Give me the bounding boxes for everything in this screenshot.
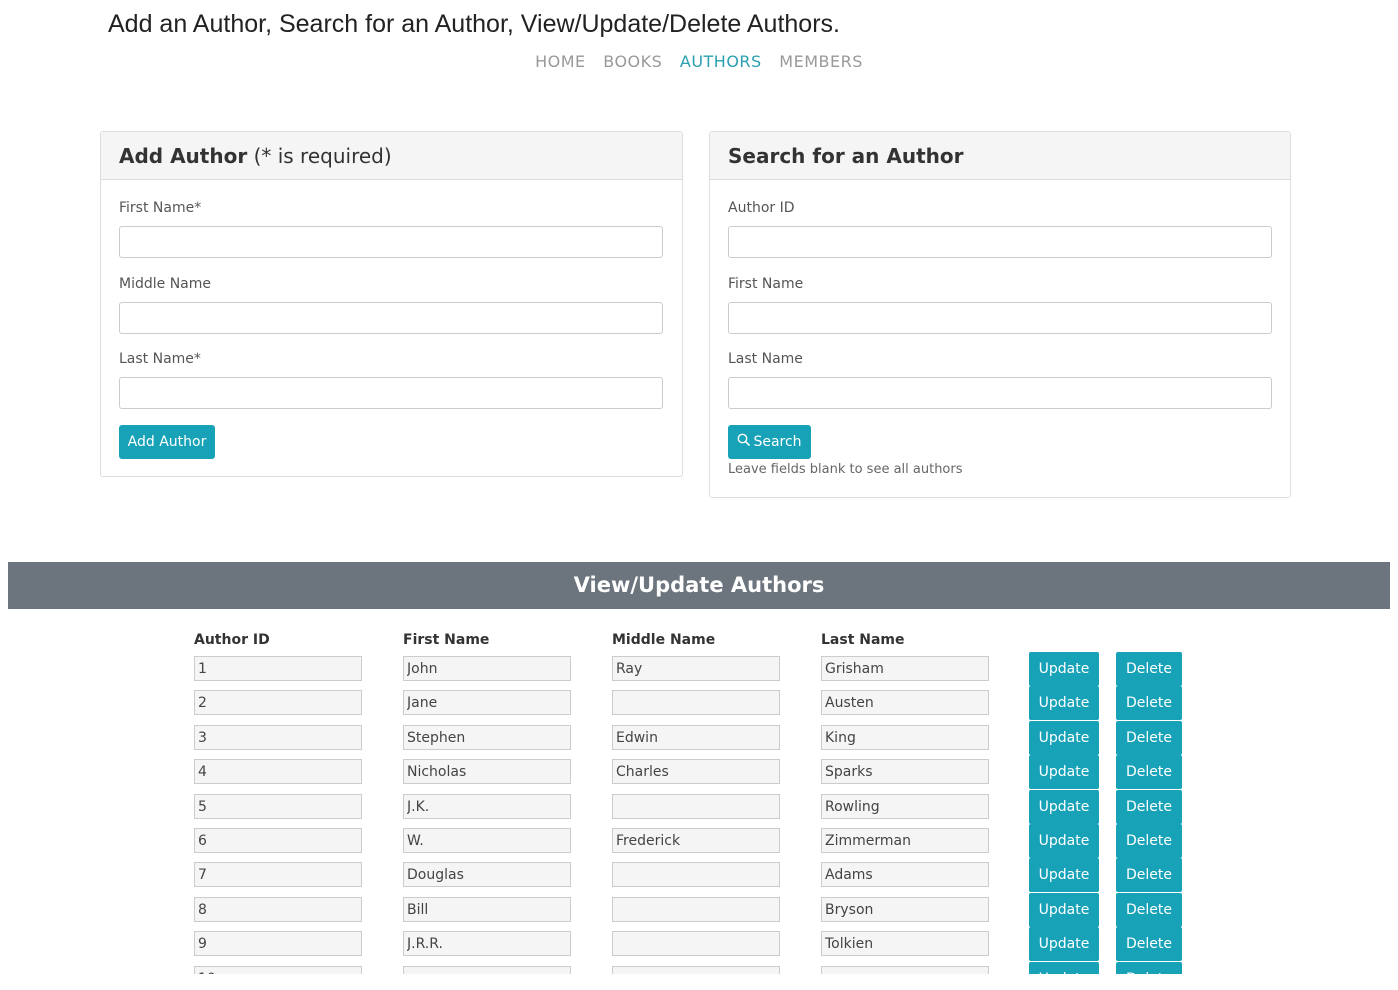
last-name-cell[interactable] [821, 828, 989, 853]
nav-home[interactable]: HOME [535, 52, 586, 71]
last-name-label: Last Name* [119, 351, 201, 367]
delete-button[interactable]: Delete [1116, 962, 1182, 974]
author-id-cell[interactable] [194, 828, 362, 853]
update-button[interactable]: Update [1029, 824, 1099, 858]
first-name-cell[interactable] [403, 862, 571, 887]
middle-name-cell[interactable] [612, 794, 780, 819]
search-icon [738, 433, 751, 447]
delete-button[interactable]: Delete [1116, 721, 1182, 755]
update-button[interactable]: Update [1029, 686, 1099, 720]
last-name-cell[interactable] [821, 897, 989, 922]
middle-name-cell[interactable] [612, 931, 780, 956]
first-name-cell[interactable] [403, 931, 571, 956]
middle-name-cell[interactable] [612, 759, 780, 784]
middle-name-cell[interactable] [612, 862, 780, 887]
search-last-name-input[interactable] [728, 377, 1272, 409]
first-name-cell[interactable] [403, 759, 571, 784]
middle-name-input[interactable] [119, 302, 663, 334]
last-name-cell[interactable] [821, 656, 989, 681]
author-id-label: Author ID [728, 200, 795, 216]
author-id-cell[interactable] [194, 690, 362, 715]
first-name-cell[interactable] [403, 828, 571, 853]
add-author-header: Add Author (* is required) [101, 132, 682, 180]
search-help-text: Leave fields blank to see all authors [728, 462, 963, 477]
add-author-title: Add Author [119, 144, 248, 168]
author-id-input[interactable] [728, 226, 1272, 258]
middle-name-cell[interactable] [612, 725, 780, 750]
delete-button[interactable]: Delete [1116, 652, 1182, 686]
first-name-cell[interactable] [403, 897, 571, 922]
middle-name-label: Middle Name [119, 276, 211, 292]
delete-button[interactable]: Delete [1116, 893, 1182, 927]
author-id-cell[interactable] [194, 725, 362, 750]
page: Add an Author, Search for an Author, Vie… [0, 0, 1398, 974]
middle-name-cell[interactable] [612, 966, 780, 974]
first-name-cell[interactable] [403, 966, 571, 974]
first-name-input[interactable] [119, 226, 663, 258]
middle-name-cell[interactable] [612, 656, 780, 681]
last-name-cell[interactable] [821, 759, 989, 784]
nav-authors[interactable]: AUTHORS [680, 52, 762, 71]
required-note: (* is required) [253, 144, 392, 168]
last-name-cell[interactable] [821, 966, 989, 974]
last-name-cell[interactable] [821, 725, 989, 750]
search-author-header: Search for an Author [710, 132, 1290, 180]
add-author-card: Add Author (* is required) First Name* M… [100, 131, 683, 477]
delete-button[interactable]: Delete [1116, 858, 1182, 892]
col-header-middle-name: Middle Name [612, 632, 716, 648]
nav-members[interactable]: MEMBERS [779, 52, 863, 71]
author-id-cell[interactable] [194, 966, 362, 974]
author-id-cell[interactable] [194, 931, 362, 956]
nav-books[interactable]: BOOKS [603, 52, 662, 71]
delete-button[interactable]: Delete [1116, 927, 1182, 961]
search-author-title: Search for an Author [728, 144, 964, 168]
last-name-cell[interactable] [821, 794, 989, 819]
first-name-cell[interactable] [403, 690, 571, 715]
delete-button[interactable]: Delete [1116, 686, 1182, 720]
update-button[interactable]: Update [1029, 652, 1099, 686]
view-update-banner: View/Update Authors [8, 562, 1390, 609]
add-author-button[interactable]: Add Author [119, 425, 215, 459]
search-last-name-label: Last Name [728, 351, 803, 367]
search-first-name-input[interactable] [728, 302, 1272, 334]
update-button[interactable]: Update [1029, 858, 1099, 892]
last-name-input[interactable] [119, 377, 663, 409]
update-button[interactable]: Update [1029, 893, 1099, 927]
author-id-cell[interactable] [194, 759, 362, 784]
update-button[interactable]: Update [1029, 755, 1099, 789]
last-name-cell[interactable] [821, 862, 989, 887]
col-header-author-id: Author ID [194, 632, 270, 648]
update-button[interactable]: Update [1029, 721, 1099, 755]
first-name-cell[interactable] [403, 794, 571, 819]
middle-name-cell[interactable] [612, 897, 780, 922]
col-header-last-name: Last Name [821, 632, 905, 648]
update-button[interactable]: Update [1029, 790, 1099, 824]
update-button[interactable]: Update [1029, 962, 1099, 974]
middle-name-cell[interactable] [612, 828, 780, 853]
search-button-label: Search [753, 434, 802, 450]
page-heading: Add an Author, Search for an Author, Vie… [108, 10, 840, 38]
first-name-cell[interactable] [403, 725, 571, 750]
first-name-cell[interactable] [403, 656, 571, 681]
search-button[interactable]: Search [728, 425, 811, 459]
update-button[interactable]: Update [1029, 927, 1099, 961]
top-nav: HOME BOOKS AUTHORS MEMBERS [0, 52, 1398, 71]
author-id-cell[interactable] [194, 897, 362, 922]
search-author-card: Search for an Author Author ID First Nam… [709, 131, 1291, 498]
author-id-cell[interactable] [194, 794, 362, 819]
author-id-cell[interactable] [194, 656, 362, 681]
search-first-name-label: First Name [728, 276, 804, 292]
last-name-cell[interactable] [821, 690, 989, 715]
last-name-cell[interactable] [821, 931, 989, 956]
delete-button[interactable]: Delete [1116, 824, 1182, 858]
middle-name-cell[interactable] [612, 690, 780, 715]
delete-button[interactable]: Delete [1116, 790, 1182, 824]
first-name-label: First Name* [119, 200, 202, 216]
col-header-first-name: First Name [403, 632, 490, 648]
delete-button[interactable]: Delete [1116, 755, 1182, 789]
author-id-cell[interactable] [194, 862, 362, 887]
